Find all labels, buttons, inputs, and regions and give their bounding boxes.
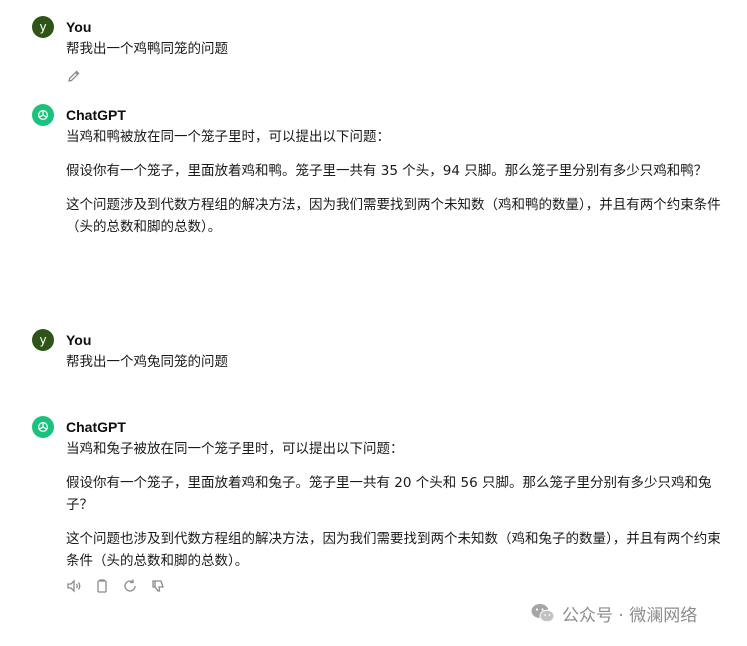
- copy-icon[interactable]: [94, 578, 110, 594]
- message-paragraph: 这个问题涉及到代数方程组的解决方法，因为我们需要找到两个未知数（鸡和鸭的数量），…: [66, 197, 721, 235]
- edit-pencil-icon[interactable]: [66, 68, 82, 84]
- user-avatar: y: [32, 16, 54, 38]
- user-avatar-letter: y: [39, 333, 47, 347]
- message-actions: [66, 578, 722, 594]
- sender-name: ChatGPT: [66, 107, 126, 123]
- user-avatar: y: [32, 329, 54, 351]
- message-paragraph: 假设你有一个笼子，里面放着鸡和兔子。笼子里一共有 20 个头和 56 只脚。那么…: [66, 475, 712, 513]
- regenerate-icon[interactable]: [122, 578, 138, 594]
- user-avatar-letter: y: [39, 20, 47, 34]
- message-paragraph: 这个问题也涉及到代数方程组的解决方法，因为我们需要找到两个未知数（鸡和兔子的数量…: [66, 531, 721, 569]
- wechat-watermark: 公众号 · 微澜网络: [530, 598, 697, 628]
- sender-name: You: [66, 19, 92, 35]
- wechat-logo-icon: [531, 604, 555, 623]
- message-paragraph: 当鸡和鸭被放在同一个笼子里时，可以提出以下问题：: [66, 129, 390, 145]
- message-text: 帮我出一个鸡兔同笼的问题: [66, 354, 228, 370]
- assistant-message: ChatGPT 当鸡和鸭被放在同一个笼子里时，可以提出以下问题： 假设你有一个笼…: [32, 104, 722, 238]
- read-aloud-icon[interactable]: [66, 578, 82, 594]
- watermark-text: 公众号 · 微澜网络: [562, 605, 698, 626]
- sender-name: You: [66, 332, 92, 348]
- sender-name: ChatGPT: [66, 419, 126, 435]
- chatgpt-logo-icon: [32, 104, 54, 126]
- user-message: y You 帮我出一个鸡鸭同笼的问题: [32, 16, 722, 84]
- message-paragraph: 假设你有一个笼子，里面放着鸡和鸭。笼子里一共有 35 个头，94 只脚。那么笼子…: [66, 163, 708, 179]
- chatgpt-logo-icon: [32, 416, 54, 438]
- thumbs-down-icon[interactable]: [150, 578, 166, 594]
- assistant-message: ChatGPT 当鸡和兔子被放在同一个笼子里时，可以提出以下问题： 假设你有一个…: [32, 416, 722, 594]
- message-paragraph: 当鸡和兔子被放在同一个笼子里时，可以提出以下问题：: [66, 441, 404, 457]
- user-message: y You 帮我出一个鸡兔同笼的问题: [32, 329, 722, 373]
- message-text: 帮我出一个鸡鸭同笼的问题: [66, 41, 228, 57]
